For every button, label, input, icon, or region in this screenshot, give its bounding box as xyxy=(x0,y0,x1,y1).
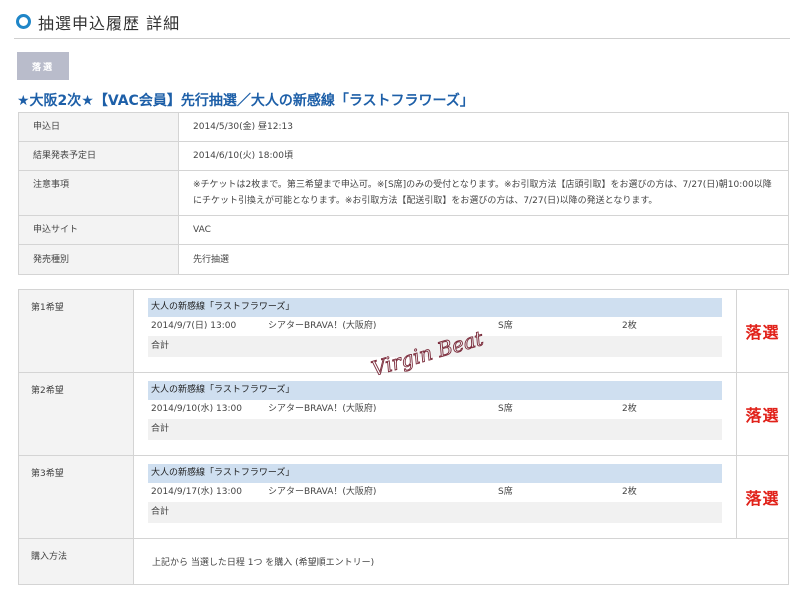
purchase-method-label: 購入方法 xyxy=(18,538,134,585)
result-text: 落選 xyxy=(745,323,780,342)
total-row: 合計 xyxy=(148,502,722,523)
page-header: 抽選申込履歴 詳細 xyxy=(14,8,790,39)
preference-row: 第3希望 大人の新感線「ラストフラワーズ」 2014/9/17(水) 13:00… xyxy=(18,455,789,539)
show-date: 2014/9/7(日) 13:00 xyxy=(151,321,237,331)
info-row-notes: 注意事項 ※チケットは2枚まで。第三希望まで申込可。※[S席]のみの受付となりま… xyxy=(18,170,789,216)
venue: シアターBRAVA！(大阪府) xyxy=(268,321,377,331)
info-value: 2014/5/30(金) 昼12:13 xyxy=(178,112,789,142)
show-name: 大人の新感線「ラストフラワーズ」 xyxy=(148,464,722,483)
info-label: 注意事項 xyxy=(18,170,179,216)
info-table: 申込日 2014/5/30(金) 昼12:13 結果発表予定日 2014/6/1… xyxy=(18,112,789,275)
ticket-qty: 2枚 xyxy=(622,321,637,331)
info-label: 発売種別 xyxy=(18,244,179,275)
show-date: 2014/9/17(水) 13:00 xyxy=(151,487,242,497)
info-value: 先行抽選 xyxy=(178,244,789,275)
result-text: 落選 xyxy=(745,406,780,425)
preference-table: 第1希望 大人の新感線「ラストフラワーズ」 2014/9/7(日) 13:00 … xyxy=(18,289,789,585)
seat-type: S席 xyxy=(498,404,513,414)
preference-label: 第2希望 xyxy=(18,372,134,456)
info-row-sale-type: 発売種別 先行抽選 xyxy=(18,244,789,275)
preference-content: 大人の新感線「ラストフラワーズ」 2014/9/7(日) 13:00 シアターB… xyxy=(133,289,737,373)
result-text: 落選 xyxy=(745,489,780,508)
total-row: 合計 xyxy=(148,419,722,440)
preference-content: 大人の新感線「ラストフラワーズ」 2014/9/10(水) 13:00 シアター… xyxy=(133,372,737,456)
circle-bullet-icon xyxy=(16,14,31,29)
page-title: 抽選申込履歴 詳細 xyxy=(38,14,181,33)
show-name: 大人の新感線「ラストフラワーズ」 xyxy=(148,298,722,317)
info-value: 2014/6/10(火) 18:00頃 xyxy=(178,141,789,171)
ticket-qty: 2枚 xyxy=(622,404,637,414)
total-row: 合計 xyxy=(148,336,722,357)
info-label: 申込サイト xyxy=(18,215,179,245)
seat-type: S席 xyxy=(498,487,513,497)
preference-label: 第3希望 xyxy=(18,455,134,539)
status-button[interactable]: 落選 xyxy=(17,52,69,80)
ticket-qty: 2枚 xyxy=(622,487,637,497)
detail-row: 2014/9/10(水) 13:00 シアターBRAVA！(大阪府) S席 2枚 xyxy=(148,400,722,419)
info-row-site: 申込サイト VAC xyxy=(18,215,789,245)
venue: シアターBRAVA！(大阪府) xyxy=(268,487,377,497)
preference-label: 第1希望 xyxy=(18,289,134,373)
result-cell: 落選 xyxy=(736,289,789,373)
info-value: ※チケットは2枚まで。第三希望まで申込可。※[S席]のみの受付となります。※お引… xyxy=(178,170,789,216)
seat-type: S席 xyxy=(498,321,513,331)
purchase-method-value: 上記から 当選した日程 1つ を購入 (希望順エントリー) xyxy=(152,558,375,568)
show-date: 2014/9/10(水) 13:00 xyxy=(151,404,242,414)
info-row-apply-date: 申込日 2014/5/30(金) 昼12:13 xyxy=(18,112,789,142)
detail-row: 2014/9/17(水) 13:00 シアターBRAVA！(大阪府) S席 2枚 xyxy=(148,483,722,502)
preference-content: 大人の新感線「ラストフラワーズ」 2014/9/17(水) 13:00 シアター… xyxy=(133,455,737,539)
purchase-method-content: 上記から 当選した日程 1つ を購入 (希望順エントリー) xyxy=(133,538,789,585)
info-value: VAC xyxy=(178,215,789,245)
event-title: ★大阪2次★【VAC会員】先行抽選／大人の新感線「ラストフラワーズ」 xyxy=(17,93,474,109)
preference-row: 第2希望 大人の新感線「ラストフラワーズ」 2014/9/10(水) 13:00… xyxy=(18,372,789,456)
purchase-method-row: 購入方法 上記から 当選した日程 1つ を購入 (希望順エントリー) xyxy=(18,538,789,585)
info-label: 結果発表予定日 xyxy=(18,141,179,171)
info-label: 申込日 xyxy=(18,112,179,142)
detail-row: 2014/9/7(日) 13:00 シアターBRAVA！(大阪府) S席 2枚 xyxy=(148,317,722,336)
preference-row: 第1希望 大人の新感線「ラストフラワーズ」 2014/9/7(日) 13:00 … xyxy=(18,289,789,373)
result-cell: 落選 xyxy=(736,455,789,539)
info-row-result-date: 結果発表予定日 2014/6/10(火) 18:00頃 xyxy=(18,141,789,171)
result-cell: 落選 xyxy=(736,372,789,456)
show-name: 大人の新感線「ラストフラワーズ」 xyxy=(148,381,722,400)
venue: シアターBRAVA！(大阪府) xyxy=(268,404,377,414)
